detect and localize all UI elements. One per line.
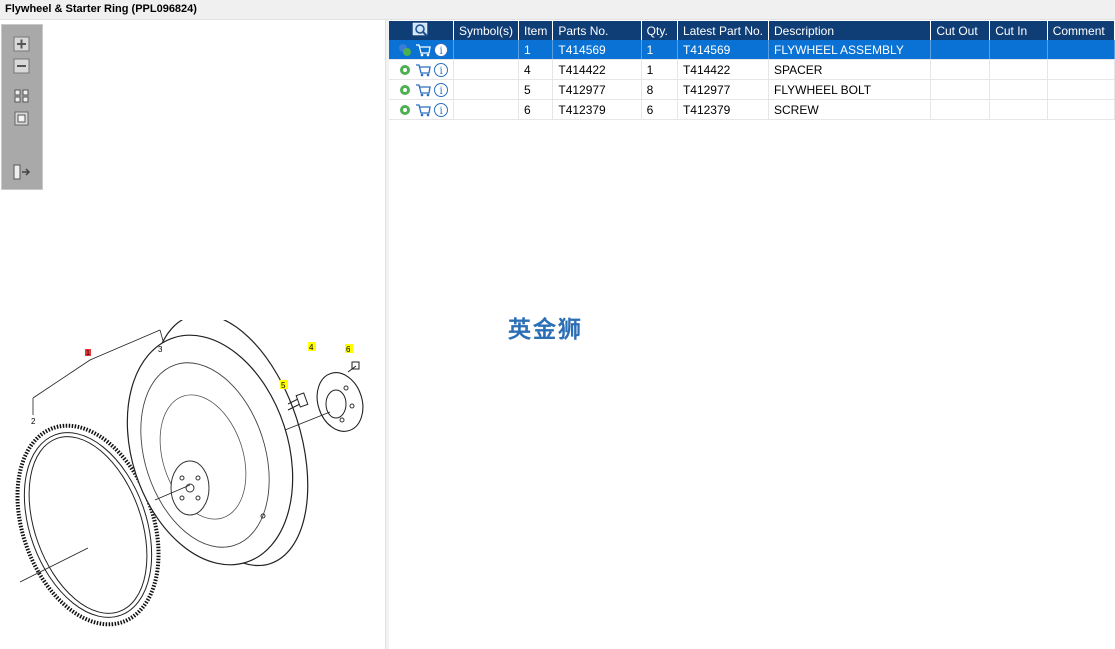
info-icon[interactable]: i xyxy=(434,42,448,57)
spacer-part xyxy=(316,372,364,432)
zoom-in-icon[interactable] xyxy=(12,35,32,53)
parts-table: Symbol(s) Item Parts No. Qty. Latest Par… xyxy=(389,21,1115,120)
column-header-symbols[interactable]: Symbol(s) xyxy=(453,21,520,40)
cell-qty: 6 xyxy=(641,99,678,120)
info-icon[interactable]: i xyxy=(434,102,448,117)
svg-text:i: i xyxy=(440,66,443,77)
column-header-cut-out[interactable]: Cut Out xyxy=(930,21,991,40)
watermark-text: 英金狮 xyxy=(508,317,583,343)
search-icon xyxy=(412,22,428,37)
gear-icon[interactable] xyxy=(398,63,412,77)
svg-text:i: i xyxy=(440,46,443,57)
title-bar: Flywheel & Starter Ring (PPL096824) xyxy=(0,0,1115,20)
zoom-out-icon[interactable] xyxy=(12,57,32,75)
callout-4: 4 xyxy=(309,343,314,352)
svg-text:i: i xyxy=(440,106,443,117)
window-title: Flywheel & Starter Ring (PPL096824) xyxy=(5,3,197,15)
callout-2: 2 xyxy=(31,417,36,426)
column-header-description[interactable]: Description xyxy=(768,21,932,40)
callout-6: 6 xyxy=(346,345,351,354)
svg-text:i: i xyxy=(440,86,443,97)
diagram-pane[interactable]: 1 2 3 4 5 6 xyxy=(0,20,385,649)
info-icon[interactable]: i xyxy=(434,62,448,77)
column-header-item[interactable]: Item xyxy=(518,21,554,40)
cell-description: SCREW xyxy=(768,99,932,120)
diagram-toolbar xyxy=(1,24,43,190)
exploded-view-diagram: 1 2 3 4 5 6 xyxy=(15,320,364,627)
cell-parts-no: T412977 xyxy=(552,79,642,100)
cell-parts-no: T412379 xyxy=(552,99,642,120)
cell-qty: 1 xyxy=(641,59,678,80)
cell-item: 5 xyxy=(518,79,554,100)
cell-latest-part-no: T414422 xyxy=(677,59,770,80)
cart-icon[interactable] xyxy=(415,63,431,77)
cell-latest-part-no: T412379 xyxy=(677,99,770,120)
table-header-row: Symbol(s) Item Parts No. Qty. Latest Par… xyxy=(389,21,1115,40)
cell-description: FLYWHEEL BOLT xyxy=(768,79,932,100)
fit-all-icon[interactable] xyxy=(12,87,32,105)
callout-1: 1 xyxy=(86,350,90,357)
column-header-parts-no[interactable]: Parts No. xyxy=(552,21,642,40)
panel-toggle-icon[interactable] xyxy=(12,163,32,181)
cart-icon[interactable] xyxy=(415,43,431,57)
callout-5: 5 xyxy=(281,381,286,390)
cell-description: SPACER xyxy=(768,59,932,80)
info-icon[interactable]: i xyxy=(434,82,448,97)
cell-qty: 8 xyxy=(641,79,678,100)
cell-parts-no: T414569 xyxy=(552,40,642,60)
column-header-qty[interactable]: Qty. xyxy=(641,21,678,40)
gear-icon[interactable] xyxy=(398,103,412,117)
cell-parts-no: T414422 xyxy=(552,59,642,80)
cart-icon[interactable] xyxy=(415,103,431,117)
table-row[interactable]: i 5 T412977 8 T412977 FLYWHEEL BOLT xyxy=(389,79,1115,100)
parts-list-pane: Symbol(s) Item Parts No. Qty. Latest Par… xyxy=(389,20,1115,649)
column-header-cut-in[interactable]: Cut In xyxy=(989,21,1048,40)
column-header-search[interactable] xyxy=(389,21,454,40)
table-row[interactable]: i 4 T414422 1 T414422 SPACER xyxy=(389,59,1115,80)
gear-icon[interactable] xyxy=(398,83,412,97)
actual-size-icon[interactable] xyxy=(12,110,32,128)
cell-latest-part-no: T414569 xyxy=(677,40,770,60)
cell-item: 1 xyxy=(518,40,554,60)
callout-3: 3 xyxy=(158,345,163,354)
table-row[interactable]: i 6 T412379 6 T412379 SCREW xyxy=(389,99,1115,120)
cell-description: FLYWHEEL ASSEMBLY xyxy=(768,40,932,60)
flywheel-part xyxy=(126,320,309,567)
column-header-latest-part-no[interactable]: Latest Part No. xyxy=(677,21,770,40)
assembly-icon[interactable] xyxy=(398,43,412,57)
cell-qty: 1 xyxy=(641,40,678,60)
column-header-comment[interactable]: Comment xyxy=(1047,21,1115,40)
cell-latest-part-no: T412977 xyxy=(677,79,770,100)
cell-item: 6 xyxy=(518,99,554,120)
table-row[interactable]: i 1 T414569 1 T414569 FLYWHEEL ASSEMBLY xyxy=(389,40,1115,60)
screw-part xyxy=(347,361,360,373)
cell-item: 4 xyxy=(518,59,554,80)
cart-icon[interactable] xyxy=(415,83,431,97)
